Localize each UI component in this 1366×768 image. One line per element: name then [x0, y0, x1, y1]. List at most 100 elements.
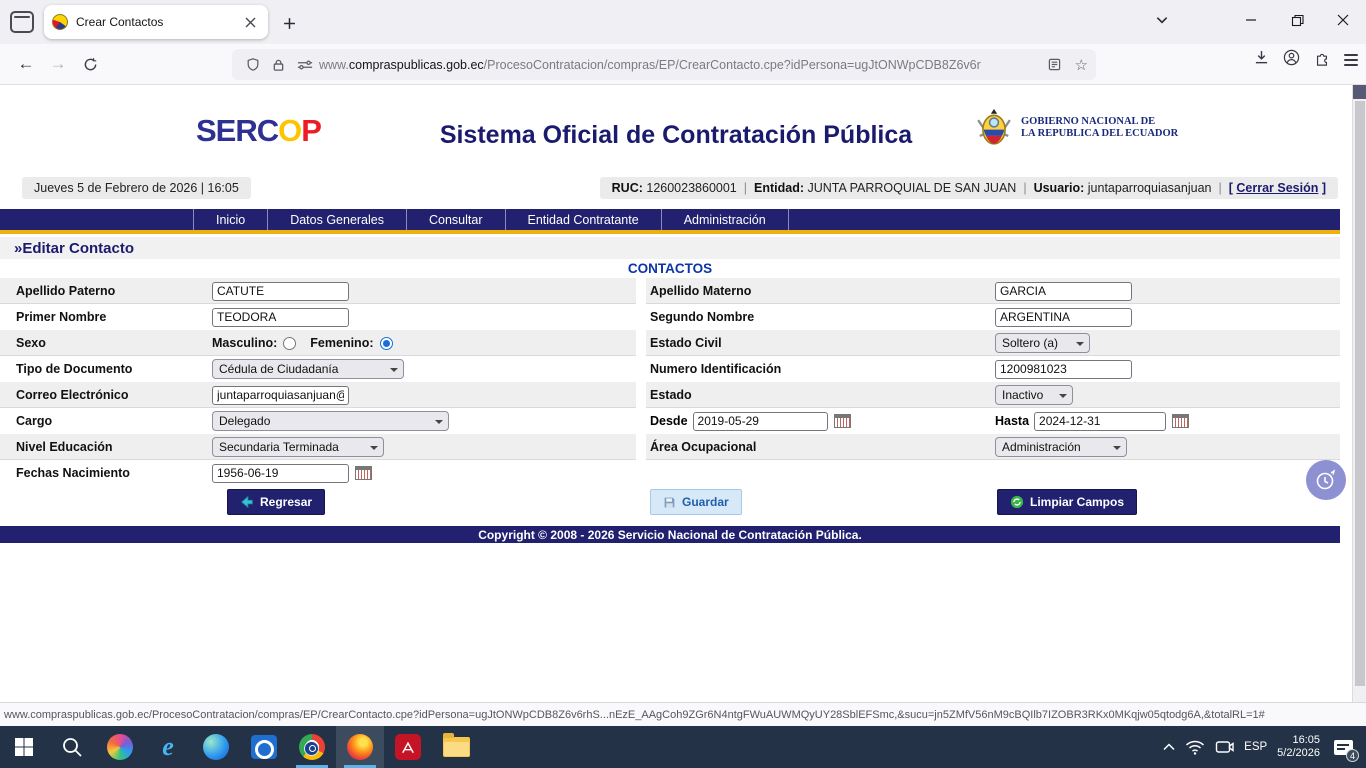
taskbar-acrobat[interactable]	[384, 726, 432, 768]
field-label: Tipo de Documento	[0, 362, 212, 376]
radio-masculino[interactable]	[283, 337, 296, 350]
scrollbar-thumb[interactable]	[1355, 101, 1365, 686]
field-label: Sexo	[0, 336, 212, 350]
gold-divider	[0, 230, 1340, 234]
window-minimize-button[interactable]	[1228, 0, 1274, 40]
search-icon	[61, 736, 83, 758]
scrollbar-top-button[interactable]	[1353, 85, 1366, 99]
cargo-select[interactable]: Delegado	[212, 411, 449, 431]
meet-now-icon[interactable]	[1215, 739, 1234, 755]
page-footer: Copyright © 2008 - 2026 Servicio Naciona…	[0, 526, 1340, 543]
radio-label-femenino: Femenino:	[310, 336, 373, 350]
segundo-nombre-input[interactable]	[995, 308, 1132, 327]
clear-fields-icon	[1010, 495, 1024, 509]
nivel-educacion-select[interactable]: Secundaria Terminada	[212, 437, 384, 457]
field-label: Apellido Materno	[646, 284, 995, 298]
desde-label: Desde	[650, 414, 688, 428]
field-label: Fechas Nacimiento	[0, 466, 212, 480]
page-content: SERCOP Sistema Oficial de Contratación P…	[0, 85, 1352, 702]
language-indicator[interactable]: ESP	[1244, 741, 1267, 753]
limpiar-campos-button[interactable]: Limpiar Campos	[997, 489, 1137, 515]
clock-icon	[1314, 468, 1338, 492]
taskbar-edge[interactable]	[192, 726, 240, 768]
taskbar-internet-explorer[interactable]: e	[144, 726, 192, 768]
estado-select[interactable]: Inactivo	[995, 385, 1073, 405]
tab-close-icon[interactable]	[240, 12, 260, 32]
guardar-button[interactable]: Guardar	[650, 489, 742, 515]
url-bar[interactable]: www.compraspublicas.gob.ec/ProcesoContra…	[232, 49, 1096, 80]
permissions-icon[interactable]	[297, 59, 313, 71]
apellido-paterno-input[interactable]	[212, 282, 349, 301]
search-button[interactable]	[48, 726, 96, 768]
lock-icon[interactable]	[272, 58, 285, 72]
firefox-view-icon[interactable]	[10, 11, 34, 33]
account-icon[interactable]	[1283, 49, 1300, 71]
save-disk-icon	[663, 496, 676, 509]
bookmark-star-icon[interactable]: ☆	[1075, 56, 1088, 74]
new-tab-button[interactable]	[278, 12, 300, 34]
main-nav: Inicio Datos Generales Consultar Entidad…	[0, 209, 1340, 230]
taskbar-outlook[interactable]	[240, 726, 288, 768]
correo-electronico-input[interactable]	[212, 386, 349, 405]
window-restore-button[interactable]	[1274, 0, 1320, 40]
regresar-button[interactable]: Regresar	[227, 489, 325, 515]
window-close-button[interactable]	[1320, 0, 1366, 40]
taskbar-clock[interactable]: 16:05 5/2/2026	[1277, 734, 1320, 760]
notification-center-button[interactable]: 4	[1330, 734, 1356, 760]
reader-view-icon[interactable]	[1048, 58, 1061, 71]
firefox-icon	[347, 734, 373, 760]
start-button[interactable]	[0, 726, 48, 768]
radio-label-masculino: Masculino:	[212, 336, 277, 350]
wifi-icon[interactable]	[1185, 740, 1205, 755]
taskbar-copilot[interactable]	[96, 726, 144, 768]
browser-tab-bar: Crear Contactos	[0, 0, 1366, 44]
datetime-badge: Jueves 5 de Febrero de 2026 | 16:05	[22, 177, 251, 199]
estado-civil-select[interactable]: Soltero (a)	[995, 333, 1090, 353]
nav-item-consultar[interactable]: Consultar	[407, 209, 506, 230]
forward-button[interactable]: →	[42, 49, 74, 79]
tray-chevron-icon[interactable]	[1163, 743, 1175, 751]
hasta-input[interactable]	[1034, 412, 1166, 431]
calendar-icon[interactable]	[355, 466, 372, 480]
internet-explorer-icon: e	[162, 734, 174, 760]
tracking-shield-icon[interactable]	[246, 57, 260, 72]
nav-item-datos-generales[interactable]: Datos Generales	[268, 209, 407, 230]
page-scrollbar[interactable]	[1352, 85, 1366, 723]
nav-item-inicio[interactable]: Inicio	[193, 209, 268, 230]
downloads-icon[interactable]	[1254, 50, 1269, 70]
menu-icon[interactable]	[1344, 54, 1358, 66]
numero-identificacion-input[interactable]	[995, 360, 1132, 379]
area-ocupacional-select[interactable]: Administración	[995, 437, 1127, 457]
browser-tab[interactable]: Crear Contactos	[44, 5, 268, 39]
app-window: Crear Contactos ← →	[0, 0, 1366, 768]
tipo-documento-select[interactable]: Cédula de Ciudadanía	[212, 359, 404, 379]
hasta-label: Hasta	[995, 414, 1029, 428]
chrome-icon	[299, 734, 325, 760]
site-favicon-icon	[52, 14, 68, 30]
radio-femenino[interactable]	[380, 337, 393, 350]
taskbar-file-explorer[interactable]	[432, 726, 480, 768]
primer-nombre-input[interactable]	[212, 308, 349, 327]
field-label: Numero Identificación	[646, 362, 995, 376]
desde-input[interactable]	[693, 412, 828, 431]
back-button[interactable]: ←	[10, 49, 42, 79]
apellido-materno-input[interactable]	[995, 282, 1132, 301]
extensions-icon[interactable]	[1314, 50, 1330, 71]
browser-toolbar: ← → www.compraspublicas.gob.ec/ProcesoCo…	[0, 44, 1366, 85]
field-label: Estado Civil	[646, 336, 995, 350]
acrobat-icon	[395, 734, 421, 760]
calendar-icon[interactable]	[834, 414, 851, 428]
fecha-nacimiento-input[interactable]	[212, 464, 349, 483]
form-actions: Regresar Guardar Limpiar Campos	[0, 489, 1340, 523]
list-all-tabs-icon[interactable]	[1155, 13, 1169, 32]
logout-link[interactable]: [ Cerrar Sesión ]	[1229, 181, 1326, 195]
nav-item-entidad-contratante[interactable]: Entidad Contratante	[506, 209, 662, 230]
windows-taskbar: e ESP 16:05 5/2/2026 4	[0, 726, 1366, 768]
info-bar: Jueves 5 de Febrero de 2026 | 16:05 RUC:…	[0, 177, 1352, 201]
time-tracker-widget[interactable]	[1306, 460, 1346, 500]
taskbar-firefox[interactable]	[336, 726, 384, 768]
reload-button[interactable]	[74, 49, 106, 79]
nav-item-administracion[interactable]: Administración	[662, 209, 789, 230]
calendar-icon[interactable]	[1172, 414, 1189, 428]
taskbar-chrome[interactable]	[288, 726, 336, 768]
